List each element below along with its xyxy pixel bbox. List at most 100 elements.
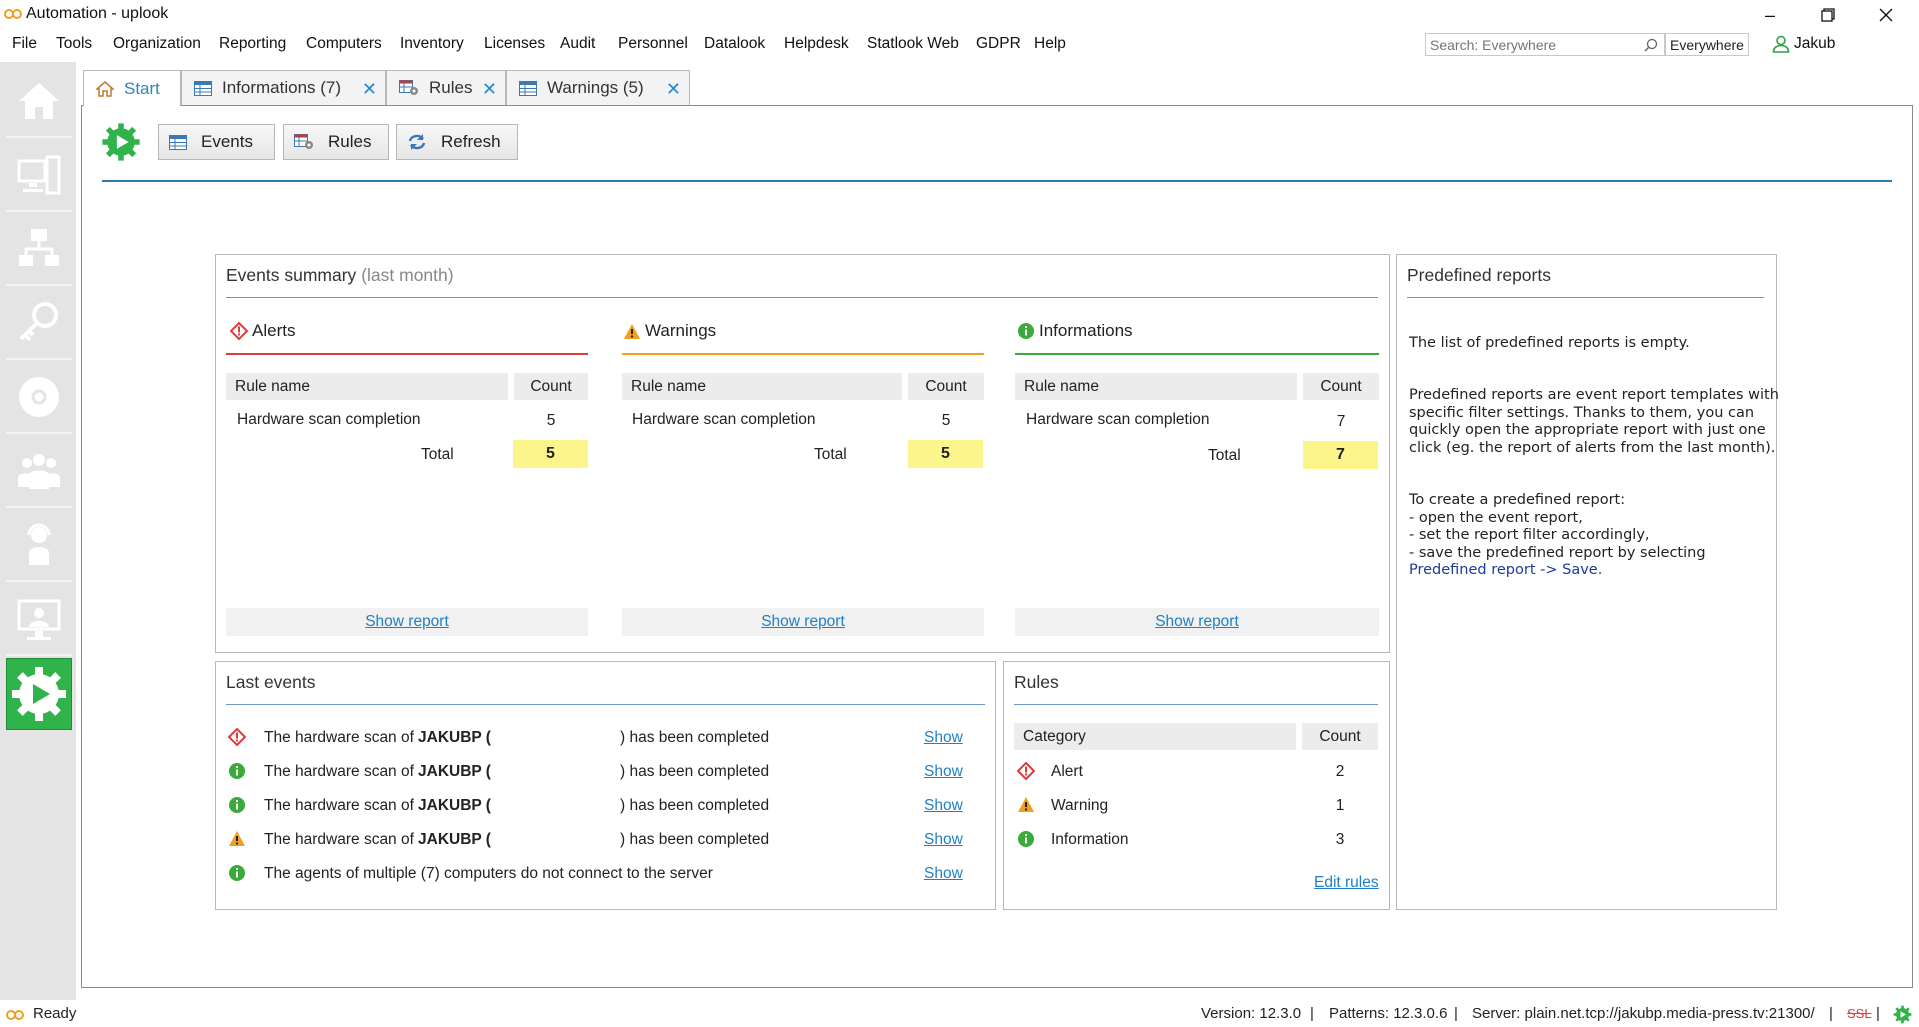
sidebar-item-computers[interactable] (6, 140, 72, 212)
key-icon (19, 302, 58, 342)
menu-tools[interactable]: Tools (56, 35, 92, 53)
event-text: The hardware scan of (264, 797, 414, 814)
user-name: Jakub (1794, 35, 1836, 52)
menu-licenses[interactable]: Licenses (484, 35, 545, 53)
refresh-icon (407, 133, 427, 151)
menu-computers[interactable]: Computers (306, 35, 382, 53)
close-window-button[interactable] (1857, 0, 1915, 30)
tab-informations[interactable]: Informations (7) ✕ (181, 70, 386, 105)
column-header-count: Count (908, 373, 984, 400)
search-scope-dropdown[interactable]: Everywhere (1665, 33, 1749, 56)
event-text-tail: ) has been completed (620, 831, 770, 848)
rules-icon (294, 134, 314, 150)
sidebar-item-licenses[interactable] (6, 288, 72, 360)
close-tab-icon[interactable]: ✕ (362, 79, 377, 100)
user-menu[interactable]: Jakub (1772, 35, 1835, 53)
search-field[interactable] (1425, 33, 1665, 56)
show-event-link[interactable]: Show (924, 797, 963, 815)
automation-gear-icon[interactable] (101, 122, 141, 162)
refresh-button[interactable]: Refresh (396, 124, 518, 160)
list-item: The hardware scan of JAKUBP ( ) has been… (216, 828, 996, 852)
status-separator: | (1876, 1005, 1880, 1022)
search-input[interactable] (1426, 34, 1631, 55)
warnings-section-title: Warnings (623, 321, 716, 341)
window-title: Automation - uplook (26, 5, 169, 22)
sidebar-item-automation[interactable] (6, 658, 72, 730)
sidebar-item-helpdesk[interactable] (6, 510, 72, 582)
predefined-howto: To create a predefined report: - open th… (1409, 492, 1706, 561)
list-item: The hardware scan of JAKUBP ( ) has been… (216, 726, 996, 750)
rules-panel-title: Rules (1014, 672, 1059, 692)
menu-personnel[interactable]: Personnel (618, 35, 688, 53)
close-tab-icon[interactable]: ✕ (482, 79, 497, 100)
tab-rules[interactable]: Rules ✕ (386, 70, 506, 105)
column-header-category: Category (1014, 723, 1296, 750)
count-cell: 5 (546, 412, 556, 429)
menu-organization[interactable]: Organization (113, 35, 201, 53)
predefined-empty-text: The list of predefined reports is empty. (1409, 335, 1690, 351)
rules-button[interactable]: Rules (283, 124, 389, 160)
column-header-count: Count (514, 373, 588, 400)
show-report-link-informations[interactable]: Show report (1155, 613, 1239, 631)
alert-icon (228, 728, 246, 746)
count-cell: 1 (1335, 797, 1345, 814)
restore-button[interactable] (1799, 0, 1857, 30)
sidebar-item-home[interactable] (6, 66, 72, 138)
event-text: The hardware scan of (264, 729, 414, 746)
automation-gear-icon (12, 667, 66, 721)
menu-reporting[interactable]: Reporting (219, 35, 286, 53)
total-label: Total (1208, 447, 1241, 464)
tab-warnings[interactable]: Warnings (5) ✕ (506, 70, 690, 105)
show-report-link-warnings[interactable]: Show report (761, 613, 845, 631)
event-computer: JAKUBP ( (418, 831, 491, 848)
sidebar-item-statlook[interactable] (6, 584, 72, 656)
event-text-tail: ) has been completed (620, 797, 770, 814)
list-item: The agents of multiple (7) computers do … (216, 862, 996, 886)
column-header-rule: Rule name (226, 373, 508, 400)
menu-helpdesk[interactable]: Helpdesk (784, 35, 849, 53)
menu-statlook-web[interactable]: Statlook Web (867, 35, 959, 53)
events-button[interactable]: Events (158, 124, 275, 160)
category-cell: Alert (1051, 763, 1083, 780)
show-report-link-alerts[interactable]: Show report (365, 613, 449, 631)
predefined-save-hint: Predefined report -> Save. (1409, 562, 1603, 578)
home-icon (96, 80, 114, 97)
automation-gear-icon[interactable] (1893, 1005, 1912, 1024)
sidebar-item-network[interactable] (6, 214, 72, 286)
status-version: Version: 12.3.0 (1201, 1005, 1302, 1022)
total-value: 5 (513, 440, 588, 468)
sidebar-item-personnel[interactable] (6, 436, 72, 508)
table-icon (194, 80, 212, 96)
menu-gdpr[interactable]: GDPR (976, 35, 1021, 53)
menu-datalook[interactable]: Datalook (704, 35, 765, 53)
menu-audit[interactable]: Audit (560, 35, 595, 53)
ssl-indicator: SSL (1847, 1006, 1872, 1021)
user-icon (1772, 35, 1790, 53)
disc-icon (19, 377, 59, 417)
list-item: The hardware scan of JAKUBP ( ) has been… (216, 794, 996, 818)
tab-start[interactable]: Start (83, 70, 181, 106)
show-event-link[interactable]: Show (924, 729, 963, 747)
minimize-button[interactable]: – (1741, 0, 1799, 30)
alert-icon (230, 322, 248, 340)
panel-divider (226, 704, 985, 705)
edit-rules-link[interactable]: Edit rules (1314, 874, 1379, 892)
list-item: The hardware scan of JAKUBP ( ) has been… (216, 760, 996, 784)
show-event-link[interactable]: Show (924, 831, 963, 849)
menu-inventory[interactable]: Inventory (400, 35, 464, 53)
status-separator: | (1310, 1005, 1314, 1022)
sidebar-item-media[interactable] (6, 362, 72, 434)
event-computer: JAKUBP ( (418, 797, 491, 814)
info-icon (229, 763, 245, 779)
close-tab-icon[interactable]: ✕ (666, 79, 681, 100)
show-event-link[interactable]: Show (924, 865, 963, 883)
show-event-link[interactable]: Show (924, 763, 963, 781)
event-text: The hardware scan of (264, 831, 414, 848)
refresh-button-label: Refresh (441, 132, 501, 151)
status-separator: | (1454, 1005, 1458, 1022)
category-cell: Information (1051, 831, 1129, 848)
panel-divider (1014, 704, 1378, 705)
menu-file[interactable]: File (12, 35, 37, 53)
table-icon (169, 134, 187, 150)
menu-help[interactable]: Help (1034, 35, 1066, 53)
